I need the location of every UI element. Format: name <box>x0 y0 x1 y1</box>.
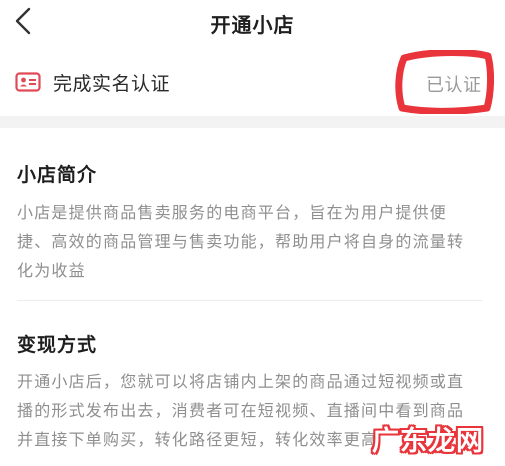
navigation-bar: 开通小店 <box>0 0 505 46</box>
monetize-line: 开通小店后，您就可以将店铺内上架的商品通过短视频或直 <box>17 372 465 391</box>
intro-title: 小店简介 <box>17 164 98 186</box>
verification-status: 已认证 <box>426 75 482 96</box>
page-title: 开通小店 <box>210 13 295 37</box>
monetize-title: 变现方式 <box>17 334 98 356</box>
intro-line: 化为收益 <box>17 261 86 280</box>
section-separator <box>0 116 505 128</box>
divider <box>17 300 482 301</box>
watermark: 广东龙网 <box>372 418 484 458</box>
verification-label: 完成实名认证 <box>53 73 171 95</box>
watermark-text: 广东龙网 <box>372 425 484 457</box>
intro-line: 捷、高效的商品管理与售卖功能，帮助用户将自身的流量转 <box>17 232 465 251</box>
intro-text: 小店是提供商品售卖服务的电商平台，旨在为用户提供便 捷、高效的商品管理与售卖功能… <box>17 198 487 285</box>
intro-line: 小店是提供商品售卖服务的电商平台，旨在为用户提供便 <box>17 203 448 222</box>
id-card-icon <box>15 72 41 92</box>
real-name-verification-row[interactable]: 完成实名认证 已认证 <box>0 50 505 116</box>
